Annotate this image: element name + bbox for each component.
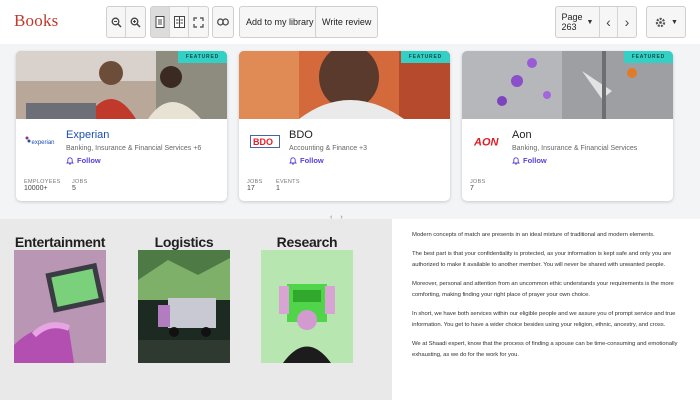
follow-label: Follow <box>77 156 101 165</box>
zoom-out-button[interactable] <box>107 7 126 37</box>
category-logistics[interactable]: Logistics <box>134 234 234 250</box>
article-paragraph: Moreover, personal and attention from an… <box>412 281 674 298</box>
single-page-icon <box>155 16 165 28</box>
stat-jobs: JOBS 7 <box>470 179 486 192</box>
zoom-in-icon <box>130 17 141 28</box>
chevron-right-icon: › <box>624 14 630 30</box>
app-title: Books <box>14 11 59 30</box>
view-mode-group <box>150 6 209 38</box>
stat-employees: EMPLOYEES 10000+ <box>24 179 61 192</box>
company-name[interactable]: Aon <box>512 129 532 141</box>
company-industry: Banking, Insurance & Financial Services … <box>66 145 202 152</box>
stat-value: 7 <box>470 185 474 192</box>
zoom-out-icon <box>111 17 122 28</box>
svg-text:AON: AON <box>473 136 500 148</box>
featured-badge: FEATURED <box>177 51 227 63</box>
write-review-button[interactable]: Write review <box>316 7 377 37</box>
add-to-library-label: Add to my library <box>246 17 314 27</box>
category-title: Research <box>276 234 338 250</box>
single-page-view-button[interactable] <box>151 7 170 37</box>
truck-photo-image <box>138 250 230 363</box>
company-industry: Accounting & Finance +3 <box>289 145 368 152</box>
stat-jobs: JOBS 17 <box>247 179 263 192</box>
gaming-photo-image <box>14 250 106 363</box>
zoom-in-button[interactable] <box>126 7 145 37</box>
two-page-view-button[interactable] <box>170 7 189 37</box>
fullscreen-icon <box>193 16 204 28</box>
experian-logo: experian <box>24 131 60 151</box>
stat-value: 1 <box>276 185 280 192</box>
category-title: Logistics <box>154 234 214 250</box>
follow-button[interactable]: Follow <box>289 156 324 165</box>
page-select[interactable]: Page 263 ▼ <box>556 7 600 37</box>
research-image[interactable] <box>261 250 353 363</box>
bell-icon <box>512 156 520 165</box>
aon-logo: AON <box>470 131 506 151</box>
featured-badge: FEATURED <box>623 51 673 63</box>
page-label: Page 263 <box>561 12 583 32</box>
stat-events: EVENTS 1 <box>276 179 300 192</box>
link-group <box>212 6 234 38</box>
link-button[interactable] <box>213 7 233 37</box>
article-paragraph: We at Shaadi expert, know that the proce… <box>412 341 678 358</box>
company-name[interactable]: Experian <box>66 129 109 141</box>
stat-value: 17 <box>247 185 255 192</box>
aon-logo-image: AON <box>473 136 500 148</box>
previous-page-button[interactable]: ‹ <box>600 7 618 37</box>
zoom-group <box>106 6 146 38</box>
company-photo: FEATURED <box>16 51 227 119</box>
settings-group: ▼ <box>646 6 686 38</box>
settings-button[interactable]: ▼ <box>647 7 685 37</box>
follow-button[interactable]: Follow <box>66 156 101 165</box>
company-card-experian[interactable]: FEATURED experian Experian Banking, Insu… <box>16 51 227 201</box>
article-text: Modern concepts of match are presents in… <box>403 219 700 400</box>
company-photo: FEATURED <box>239 51 450 119</box>
category-entertainment[interactable]: Entertainment <box>10 234 110 250</box>
company-cards-section: FEATURED experian Experian Banking, Insu… <box>0 44 700 219</box>
category-section: Entertainment Logistics Research <box>0 219 392 400</box>
follow-label: Follow <box>523 156 547 165</box>
featured-badge: FEATURED <box>400 51 450 63</box>
gear-icon <box>655 17 666 27</box>
stat-value: 10000+ <box>24 185 48 192</box>
page: Books Add to my library Write review Pag… <box>0 0 700 400</box>
chevron-down-icon: ▼ <box>671 18 678 26</box>
company-photo: FEATURED <box>462 51 673 119</box>
follow-button[interactable]: Follow <box>512 156 547 165</box>
entertainment-image[interactable] <box>14 250 106 363</box>
next-page-button[interactable]: › <box>618 7 636 37</box>
category-research[interactable]: Research <box>257 234 357 250</box>
svg-text:BDO: BDO <box>253 137 273 147</box>
follow-label: Follow <box>300 156 324 165</box>
svg-text:experian: experian <box>32 140 55 146</box>
company-card-bdo[interactable]: FEATURED BDO BDO Accounting & Finance +3… <box>239 51 450 201</box>
toolbar: Books Add to my library Write review Pag… <box>0 0 700 44</box>
bell-icon <box>289 156 297 165</box>
bdo-logo: BDO <box>247 131 283 151</box>
bdo-logo-image: BDO <box>250 134 280 148</box>
article-paragraph: In short, we have both services within o… <box>412 311 676 328</box>
fullscreen-button[interactable] <box>189 7 208 37</box>
chevron-left-icon: ‹ <box>606 14 611 30</box>
vr-headset-photo-image <box>261 250 353 363</box>
two-page-icon <box>173 16 185 28</box>
stat-value: 5 <box>72 185 76 192</box>
bell-icon <box>66 156 74 165</box>
pagination-group: Page 263 ▼ ‹ › <box>555 6 637 38</box>
review-group: Write review <box>315 6 379 38</box>
company-industry: Banking, Insurance & Financial Services <box>512 145 638 152</box>
stat-jobs: JOBS 5 <box>72 179 88 192</box>
company-name[interactable]: BDO <box>289 129 313 141</box>
logistics-image[interactable] <box>138 250 230 363</box>
chevron-down-icon: ▼ <box>586 18 594 26</box>
article-paragraph: The best part is that your confidentiali… <box>412 251 672 268</box>
category-title: Entertainment <box>14 234 106 250</box>
write-review-label: Write review <box>322 17 372 27</box>
article-paragraph: Modern concepts of match are presents in… <box>412 232 655 238</box>
company-card-aon[interactable]: FEATURED AON Aon Banking, Insurance & Fi… <box>462 51 673 201</box>
experian-logo-image: experian <box>25 136 55 146</box>
link-icon <box>217 18 229 26</box>
